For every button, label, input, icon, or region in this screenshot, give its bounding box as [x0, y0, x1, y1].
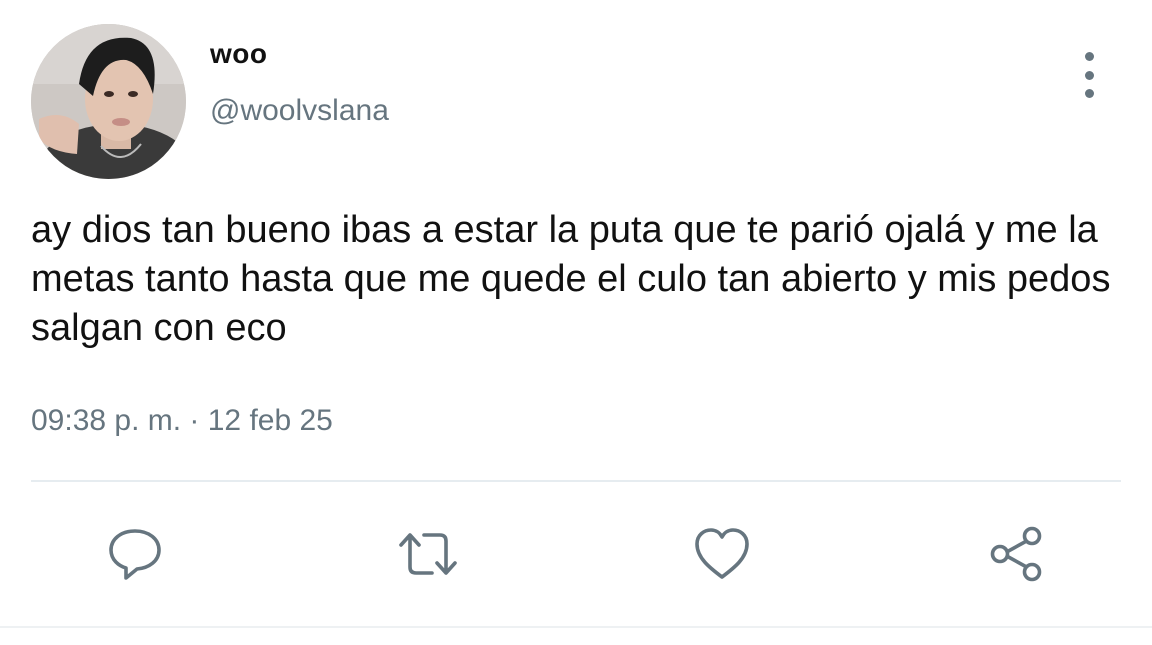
display-name[interactable]: woo	[210, 38, 268, 70]
more-dot-icon	[1084, 70, 1094, 80]
avatar-photo	[31, 24, 186, 179]
bottom-divider	[0, 626, 1152, 628]
avatar[interactable]	[31, 24, 186, 179]
more-options-button[interactable]	[1070, 52, 1108, 98]
like-button[interactable]	[690, 522, 754, 586]
divider	[31, 480, 1121, 482]
reply-icon	[109, 529, 161, 580]
retweet-button[interactable]	[396, 522, 460, 586]
tweet-card: woo @woolvslana ay dios tan bueno ibas a…	[0, 0, 1152, 645]
more-dot-icon	[1084, 89, 1094, 98]
more-dot-icon	[1084, 52, 1094, 61]
tweet-text: ay dios tan bueno ibas a estar la puta q…	[31, 209, 1111, 349]
retweet-icon	[399, 533, 457, 575]
share-button[interactable]	[985, 522, 1049, 586]
user-handle[interactable]: @woolvslana	[210, 94, 389, 128]
heart-icon	[695, 528, 749, 579]
share-icon	[990, 526, 1042, 582]
reply-button[interactable]	[103, 522, 167, 586]
tweet-timestamp[interactable]: 09:38 p. m. · 12 feb 25	[31, 404, 333, 438]
